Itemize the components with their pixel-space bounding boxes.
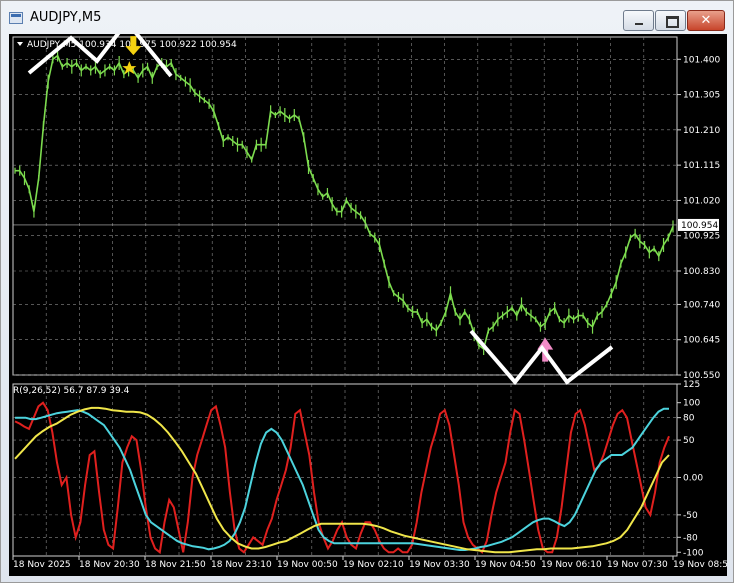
- minimize-button[interactable]: [623, 10, 654, 31]
- price-axis-label: 101.020: [683, 196, 720, 206]
- time-axis-label: 18 Nov 23:10: [211, 560, 272, 570]
- current-price-label: 100.954: [681, 221, 718, 231]
- price-axis-label: 101.400: [683, 55, 720, 65]
- window-title: AUDJPY,M5: [30, 10, 102, 25]
- w-pattern-drawing: [469, 329, 614, 386]
- price-axis-label: 101.305: [683, 91, 720, 101]
- chart-menu-triangle-icon: [17, 42, 23, 46]
- time-axis-label: 19 Nov 00:50: [277, 560, 338, 570]
- indicator-axis-label: 125: [683, 380, 700, 390]
- indicator-axis-label: 80: [683, 414, 695, 424]
- maximize-button[interactable]: [655, 10, 686, 31]
- time-axis-label: 19 Nov 03:30: [409, 560, 470, 570]
- indicator-axis-label: 50: [683, 436, 695, 446]
- chart-canvas[interactable]: 101.400 101.305 101.210 101.115 101.020 100.9…: [9, 34, 727, 576]
- time-axis-label: 18 Nov 20:30: [79, 560, 140, 570]
- time-axis-label: 18 Nov 21:50: [145, 560, 206, 570]
- indicator-axis-label: -80: [683, 533, 698, 543]
- minimize-icon: [624, 11, 653, 30]
- time-axis-label: 19 Nov 02:10: [343, 560, 404, 570]
- close-button[interactable]: ✕: [687, 10, 725, 31]
- time-axis-label: 19 Nov 08:50: [673, 560, 727, 570]
- indicator-title: R(9,26,52) 56.7 87.9 39.4: [13, 386, 130, 396]
- time-axis-label: 19 Nov 04:50: [475, 560, 536, 570]
- indicator-axis-label: 100: [683, 399, 700, 409]
- chart-window: AUDJPY,M5 ✕ 101.400 101.305 101.210 101.115…: [0, 0, 734, 583]
- price-axis-label: 100.645: [683, 336, 720, 346]
- maximize-icon: [656, 11, 685, 30]
- close-icon: ✕: [700, 13, 712, 28]
- price-axis-label: 100.925: [683, 232, 720, 242]
- indicator-axis-label: 0.00: [683, 473, 703, 483]
- red-indicator-line: [14, 401, 670, 555]
- chart-area[interactable]: 101.400 101.305 101.210 101.115 101.020 100.9…: [9, 34, 727, 576]
- price-axis-label: 100.830: [683, 267, 720, 277]
- indicator-axis-label: -50: [683, 511, 698, 521]
- time-axis-label: 18 Nov 2025: [13, 560, 71, 570]
- price-axis-label: 101.210: [683, 126, 720, 136]
- time-axis-label: 19 Nov 07:30: [607, 560, 668, 570]
- indicator-axis-label: -100: [683, 548, 704, 558]
- price-axis-label: 100.740: [683, 300, 720, 310]
- chart-window-icon: [9, 12, 23, 24]
- title-bar[interactable]: AUDJPY,M5 ✕: [1, 1, 733, 33]
- time-axis-label: 19 Nov 06:10: [541, 560, 602, 570]
- price-line: [15, 54, 674, 351]
- price-axis-label: 101.115: [683, 161, 720, 171]
